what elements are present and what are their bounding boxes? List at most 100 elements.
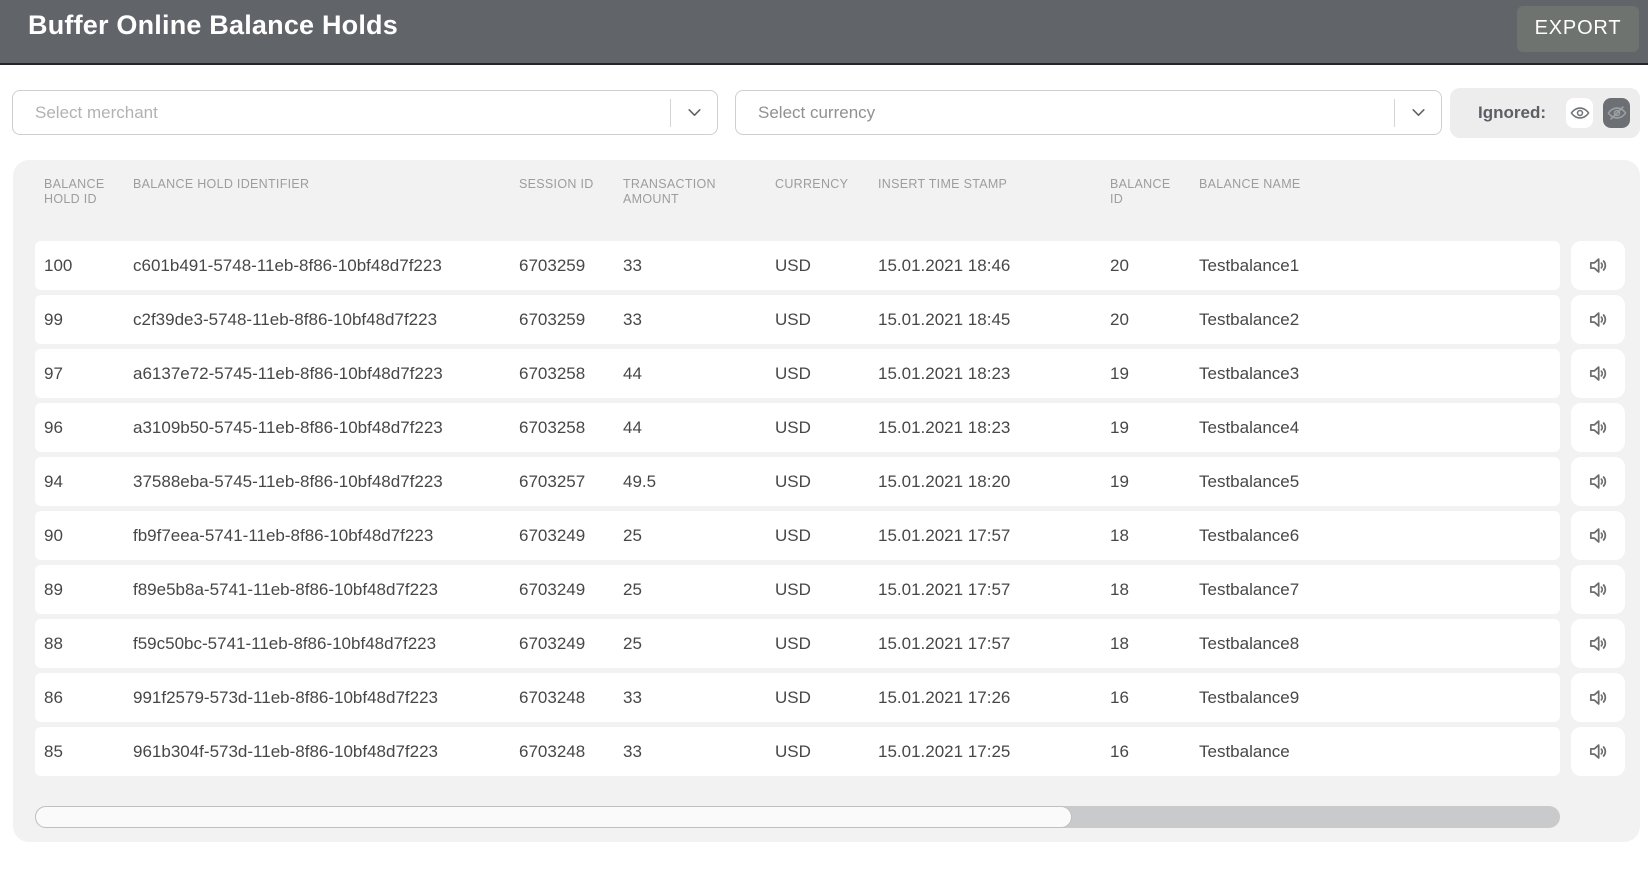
- row-sound-button[interactable]: [1571, 511, 1625, 560]
- chevron-down-icon[interactable]: [671, 104, 717, 121]
- cell-transaction-amount: 44: [623, 418, 775, 438]
- ignored-label: Ignored:: [1478, 103, 1546, 123]
- chevron-down-icon[interactable]: [1395, 104, 1441, 121]
- column-header-session-id: SESSION ID: [519, 177, 623, 206]
- cell-balance-hold-id: 86: [44, 688, 133, 708]
- table-row-card[interactable]: 97 a6137e72-5745-11eb-8f86-10bf48d7f223 …: [35, 349, 1560, 398]
- column-header-balance-id: BALANCE ID: [1110, 177, 1199, 206]
- cell-balance-hold-id: 89: [44, 580, 133, 600]
- page-title: Buffer Online Balance Holds: [28, 10, 398, 41]
- cell-balance-name: Testbalance5: [1199, 472, 1560, 492]
- volume-icon: [1587, 308, 1610, 331]
- cell-insert-time-stamp: 15.01.2021 18:45: [878, 310, 1110, 330]
- cell-transaction-amount: 33: [623, 688, 775, 708]
- cell-transaction-amount: 49.5: [623, 472, 775, 492]
- cell-balance-hold-identifier: c2f39de3-5748-11eb-8f86-10bf48d7f223: [133, 310, 519, 330]
- row-sound-button[interactable]: [1571, 727, 1625, 776]
- row-sound-button[interactable]: [1571, 673, 1625, 722]
- cell-session-id: 6703249: [519, 526, 623, 546]
- table-row: 88 f59c50bc-5741-11eb-8f86-10bf48d7f223 …: [35, 619, 1625, 668]
- cell-insert-time-stamp: 15.01.2021 17:57: [878, 526, 1110, 546]
- export-button[interactable]: EXPORT: [1517, 6, 1639, 52]
- cell-balance-id: 18: [1110, 526, 1199, 546]
- table-header-row: BALANCE HOLD ID BALANCE HOLD IDENTIFIER …: [35, 177, 1560, 206]
- table-row-card[interactable]: 89 f89e5b8a-5741-11eb-8f86-10bf48d7f223 …: [35, 565, 1560, 614]
- cell-insert-time-stamp: 15.01.2021 17:57: [878, 634, 1110, 654]
- cell-session-id: 6703248: [519, 742, 623, 762]
- row-sound-button[interactable]: [1571, 349, 1625, 398]
- table-row-card[interactable]: 96 a3109b50-5745-11eb-8f86-10bf48d7f223 …: [35, 403, 1560, 452]
- cell-session-id: 6703249: [519, 580, 623, 600]
- cell-balance-hold-id: 97: [44, 364, 133, 384]
- table-row: 86 991f2579-573d-11eb-8f86-10bf48d7f223 …: [35, 673, 1625, 722]
- column-header-transaction-amount: TRANSACTION AMOUNT: [623, 177, 775, 206]
- volume-icon: [1587, 524, 1610, 547]
- cell-session-id: 6703248: [519, 688, 623, 708]
- cell-currency: USD: [775, 634, 878, 654]
- cell-currency: USD: [775, 526, 878, 546]
- volume-icon: [1587, 470, 1610, 493]
- cell-balance-name: Testbalance7: [1199, 580, 1560, 600]
- cell-balance-hold-id: 99: [44, 310, 133, 330]
- volume-icon: [1587, 686, 1610, 709]
- merchant-select[interactable]: Select merchant: [12, 90, 718, 135]
- table-row-card[interactable]: 94 37588eba-5745-11eb-8f86-10bf48d7f223 …: [35, 457, 1560, 506]
- volume-icon: [1587, 632, 1610, 655]
- cell-transaction-amount: 33: [623, 256, 775, 276]
- cell-balance-hold-id: 100: [44, 256, 133, 276]
- volume-icon: [1587, 254, 1610, 277]
- table-row-card[interactable]: 90 fb9f7eea-5741-11eb-8f86-10bf48d7f223 …: [35, 511, 1560, 560]
- row-sound-button[interactable]: [1571, 565, 1625, 614]
- show-ignored-button[interactable]: [1566, 98, 1593, 128]
- row-sound-button[interactable]: [1571, 295, 1625, 344]
- table-row-card[interactable]: 88 f59c50bc-5741-11eb-8f86-10bf48d7f223 …: [35, 619, 1560, 668]
- column-header-currency: CURRENCY: [775, 177, 878, 206]
- volume-icon: [1587, 740, 1610, 763]
- column-header-insert-time-stamp: INSERT TIME STAMP: [878, 177, 1110, 206]
- table-row-card[interactable]: 85 961b304f-573d-11eb-8f86-10bf48d7f223 …: [35, 727, 1560, 776]
- cell-transaction-amount: 25: [623, 526, 775, 546]
- row-sound-button[interactable]: [1571, 241, 1625, 290]
- hide-ignored-button[interactable]: [1603, 98, 1630, 128]
- row-sound-button[interactable]: [1571, 457, 1625, 506]
- cell-balance-name: Testbalance1: [1199, 256, 1560, 276]
- currency-select[interactable]: Select currency: [735, 90, 1442, 135]
- row-sound-button[interactable]: [1571, 619, 1625, 668]
- cell-balance-name: Testbalance8: [1199, 634, 1560, 654]
- cell-session-id: 6703258: [519, 364, 623, 384]
- cell-session-id: 6703259: [519, 256, 623, 276]
- cell-session-id: 6703259: [519, 310, 623, 330]
- column-header-balance-name: BALANCE NAME: [1199, 177, 1560, 206]
- cell-balance-id: 20: [1110, 310, 1199, 330]
- cell-balance-id: 16: [1110, 688, 1199, 708]
- cell-balance-id: 16: [1110, 742, 1199, 762]
- scrollbar-thumb[interactable]: [35, 806, 1072, 828]
- cell-balance-id: 19: [1110, 472, 1199, 492]
- cell-balance-hold-identifier: a6137e72-5745-11eb-8f86-10bf48d7f223: [133, 364, 519, 384]
- cell-transaction-amount: 33: [623, 310, 775, 330]
- horizontal-scrollbar-track[interactable]: [35, 806, 1560, 828]
- cell-currency: USD: [775, 472, 878, 492]
- cell-balance-id: 18: [1110, 634, 1199, 654]
- cell-currency: USD: [775, 580, 878, 600]
- row-sound-button[interactable]: [1571, 403, 1625, 452]
- cell-transaction-amount: 25: [623, 634, 775, 654]
- table-row: 89 f89e5b8a-5741-11eb-8f86-10bf48d7f223 …: [35, 565, 1625, 614]
- table-row: 96 a3109b50-5745-11eb-8f86-10bf48d7f223 …: [35, 403, 1625, 452]
- cell-insert-time-stamp: 15.01.2021 18:23: [878, 364, 1110, 384]
- cell-balance-hold-identifier: 961b304f-573d-11eb-8f86-10bf48d7f223: [133, 742, 519, 762]
- table-row: 85 961b304f-573d-11eb-8f86-10bf48d7f223 …: [35, 727, 1625, 776]
- table-row-card[interactable]: 86 991f2579-573d-11eb-8f86-10bf48d7f223 …: [35, 673, 1560, 722]
- cell-balance-name: Testbalance: [1199, 742, 1560, 762]
- cell-currency: USD: [775, 310, 878, 330]
- table-row-card[interactable]: 99 c2f39de3-5748-11eb-8f86-10bf48d7f223 …: [35, 295, 1560, 344]
- cell-balance-hold-identifier: f89e5b8a-5741-11eb-8f86-10bf48d7f223: [133, 580, 519, 600]
- cell-balance-name: Testbalance2: [1199, 310, 1560, 330]
- cell-balance-hold-identifier: 991f2579-573d-11eb-8f86-10bf48d7f223: [133, 688, 519, 708]
- cell-currency: USD: [775, 742, 878, 762]
- cell-balance-id: 19: [1110, 364, 1199, 384]
- table-row-card[interactable]: 100 c601b491-5748-11eb-8f86-10bf48d7f223…: [35, 241, 1560, 290]
- column-header-balance-hold-identifier: BALANCE HOLD IDENTIFIER: [133, 177, 519, 206]
- eye-slash-icon: [1606, 102, 1628, 124]
- merchant-select-placeholder: Select merchant: [13, 103, 670, 123]
